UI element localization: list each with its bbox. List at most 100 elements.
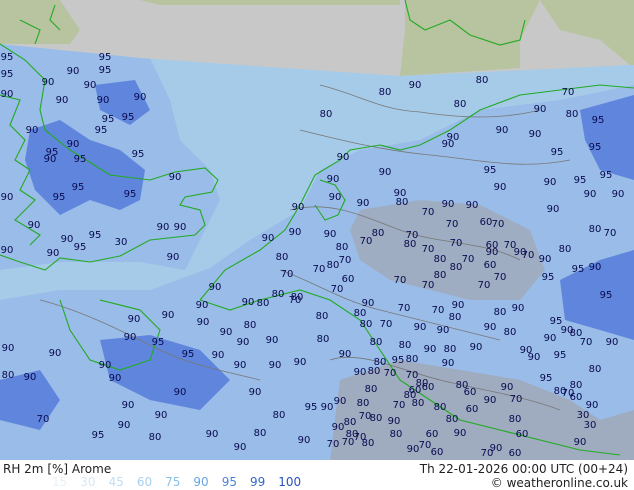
credit[interactable]: © weatheronline.co.uk xyxy=(491,476,628,490)
isoline-label: 70 xyxy=(562,87,575,98)
isoline-label: 70 xyxy=(422,244,435,255)
isoline-label: 90 xyxy=(484,322,497,333)
isoline-label: 70 xyxy=(394,275,407,286)
isoline-label: 95 xyxy=(600,290,613,301)
isoline-label: 70 xyxy=(380,319,393,330)
isoline-label: 80 xyxy=(444,344,457,355)
isoline-label: 90 xyxy=(324,229,337,240)
isoline-label: 90 xyxy=(494,182,507,193)
isoline-label: 90 xyxy=(237,337,250,348)
isoline-label: 90 xyxy=(539,254,552,265)
isoline-label: 80 xyxy=(317,334,330,345)
isoline-label: 90 xyxy=(26,125,39,136)
isoline-label: 80 xyxy=(316,311,329,322)
isoline-label: 90 xyxy=(206,429,219,440)
isoline-label: 90 xyxy=(529,129,542,140)
isoline-label: 60 xyxy=(484,260,497,271)
isoline-label: 70 xyxy=(450,238,463,249)
isoline-label: 95 xyxy=(124,189,137,200)
isoline-label: 90 xyxy=(97,95,110,106)
isoline-label: 80 xyxy=(149,432,162,443)
isoline-label: 80 xyxy=(336,242,349,253)
isoline-label: 90 xyxy=(1,245,14,256)
isoline-label: 80 xyxy=(370,337,383,348)
isoline-label: 80 xyxy=(354,308,367,319)
isoline-label: 80 xyxy=(320,109,333,120)
isoline-label: 90 xyxy=(544,177,557,188)
isoline-label: 90 xyxy=(379,167,392,178)
isoline-label: 70 xyxy=(478,280,491,291)
isoline-label: 90 xyxy=(327,174,340,185)
isoline-label: 80 xyxy=(509,414,522,425)
isoline-label: 90 xyxy=(496,125,509,136)
isoline-label: 90 xyxy=(56,95,69,106)
isoline-label: 90 xyxy=(484,395,497,406)
isoline-label: 60 xyxy=(342,274,355,285)
isoline-label: 90 xyxy=(197,317,210,328)
isoline-label: 80 xyxy=(362,438,375,449)
isoline-label: 80 xyxy=(273,410,286,421)
isoline-label: 70 xyxy=(37,414,50,425)
isoline-label: 80 xyxy=(357,398,370,409)
isoline-label: 95 xyxy=(392,355,405,366)
isoline-label: 90 xyxy=(249,387,262,398)
isoline-label: 80 xyxy=(476,75,489,86)
isoline-label: 70 xyxy=(398,303,411,314)
isoline-label: 70 xyxy=(522,250,535,261)
isoline-label: 90 xyxy=(486,247,499,258)
isoline-label: 80 xyxy=(449,312,462,323)
isoline-label: 80 xyxy=(368,366,381,377)
isoline-label: 80 xyxy=(244,320,257,331)
isoline-label: 70 xyxy=(393,400,406,411)
isoline-label: 95 xyxy=(1,52,14,63)
isoline-label: 90 xyxy=(61,234,74,245)
isoline-label: 80 xyxy=(365,384,378,395)
isoline-label: 90 xyxy=(242,297,255,308)
isoline-label: 95 xyxy=(572,264,585,275)
legend-value: 60 xyxy=(136,475,153,489)
isoline-label: 90 xyxy=(339,349,352,360)
isoline-label: 80 xyxy=(494,307,507,318)
isoline-label: 90 xyxy=(155,410,168,421)
isoline-label: 95 xyxy=(99,52,112,63)
isoline-label: 90 xyxy=(157,222,170,233)
isoline-label: 90 xyxy=(407,444,420,455)
isoline-label: 90 xyxy=(234,360,247,371)
isoline-label: 95 xyxy=(554,350,567,361)
footer: RH 2m [%] Arome Th 22-01-2026 00:00 UTC … xyxy=(0,460,634,490)
isoline-label: 80 xyxy=(390,429,403,440)
isoline-label: 90 xyxy=(442,139,455,150)
isoline-label: 90 xyxy=(169,172,182,183)
isoline-label: 90 xyxy=(321,402,334,413)
isoline-label: 70 xyxy=(384,368,397,379)
isoline-label: 90 xyxy=(2,343,15,354)
isoline-label: 60 xyxy=(426,429,439,440)
isoline-label: 95 xyxy=(92,430,105,441)
isoline-label: 95 xyxy=(484,165,497,176)
isoline-label: 95 xyxy=(74,154,87,165)
isoline-label: 70 xyxy=(422,280,435,291)
isoline-label: 80 xyxy=(344,417,357,428)
isoline-label: 70 xyxy=(510,394,523,405)
isoline-label: 90 xyxy=(544,333,557,344)
legend-value: 30 xyxy=(80,475,96,489)
legend: 15 30 45 60 75 90 95 99 100 xyxy=(52,475,314,489)
isoline-label: 70 xyxy=(419,440,432,451)
isoline-label: 80 xyxy=(434,270,447,281)
isoline-label: 95 xyxy=(542,272,555,283)
legend-value: 45 xyxy=(108,475,124,489)
isoline-label: 60 xyxy=(516,429,529,440)
isoline-label: 90 xyxy=(388,416,401,427)
isoline-label: 90 xyxy=(454,428,467,439)
isoline-label: 95 xyxy=(152,337,165,348)
isoline-label: 80 xyxy=(504,327,517,338)
isoline-label: 90 xyxy=(209,282,222,293)
isoline-label: 90 xyxy=(612,189,625,200)
isoline-label: 90 xyxy=(294,357,307,368)
isoline-label: 90 xyxy=(424,344,437,355)
legend-value: 100 xyxy=(278,475,302,489)
isoline-label: 90 xyxy=(174,387,187,398)
isoline-label: 95 xyxy=(122,112,135,123)
isoline-label: 80 xyxy=(589,224,602,235)
isoline-label: 80 xyxy=(370,413,383,424)
